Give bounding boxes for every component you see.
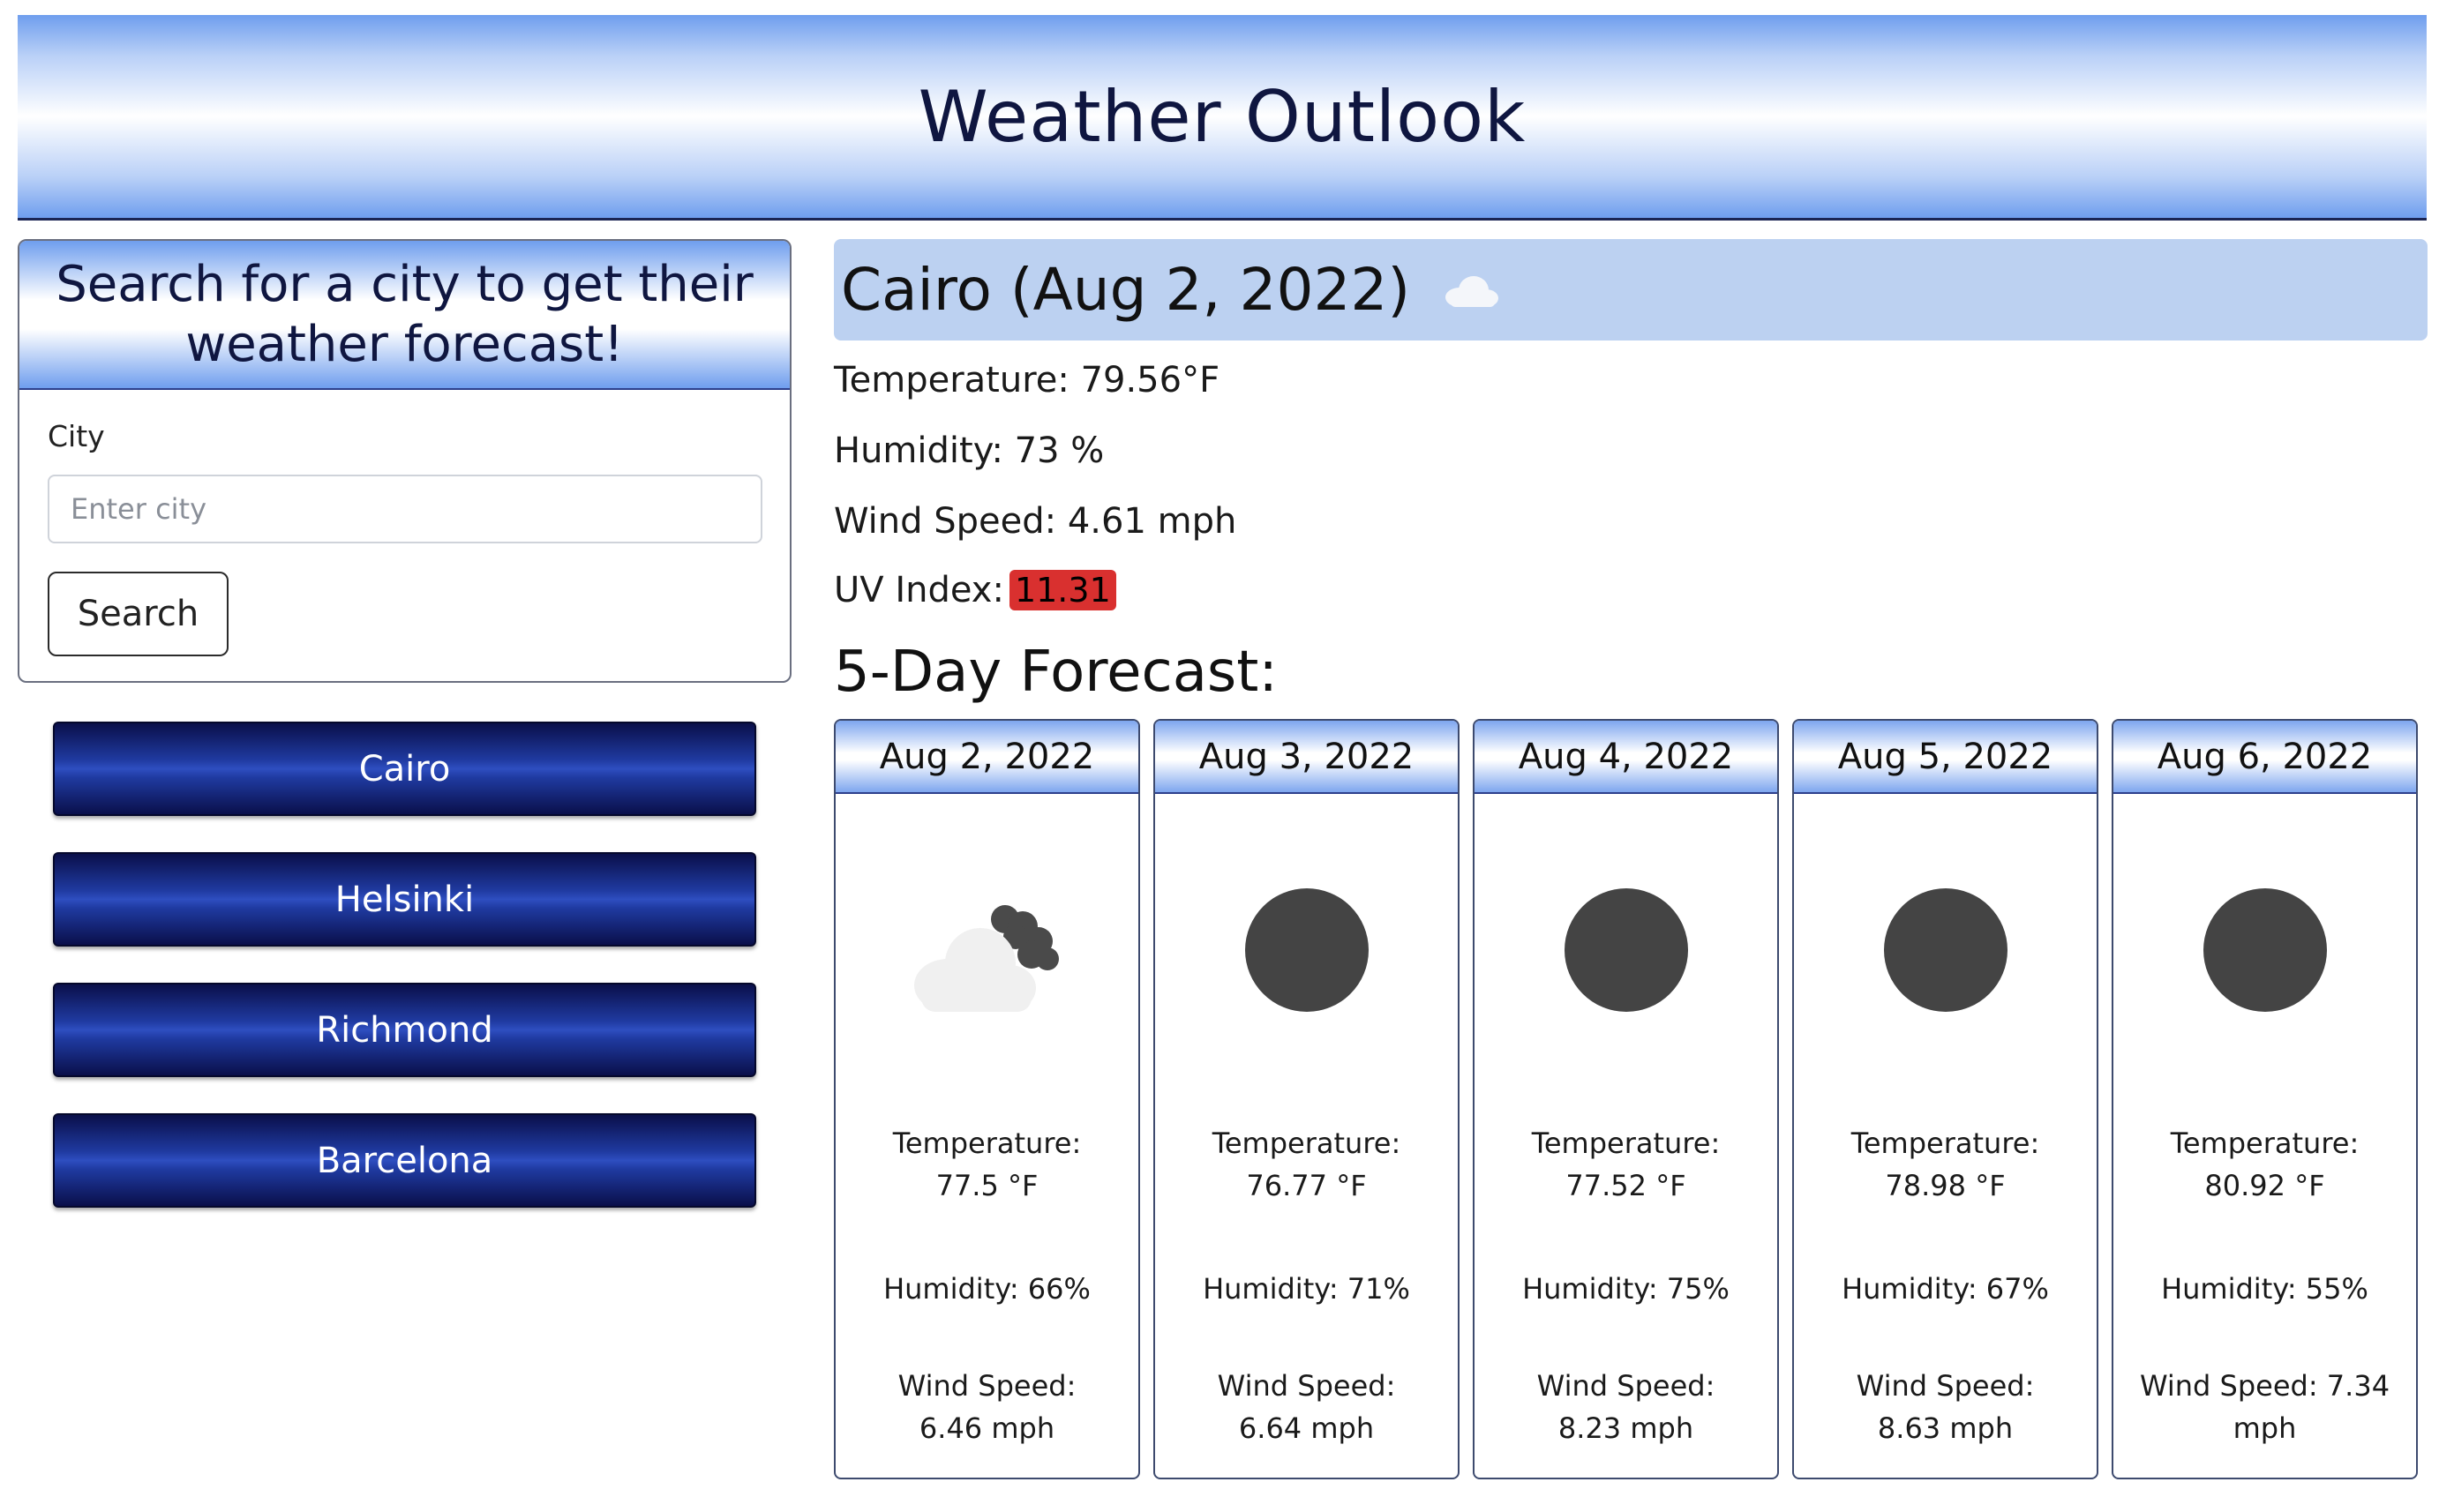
search-panel: Search for a city to get their weather f… — [18, 239, 792, 683]
forecast-humidity: Humidity: 67% — [1842, 1272, 2049, 1306]
forecast-humidity: Humidity: 75% — [1522, 1272, 1730, 1306]
forecast-temp-value: 80.92 °F — [2204, 1169, 2325, 1202]
forecast-wind: Wind Speed: 8.23 mph — [1483, 1365, 1768, 1449]
forecast-wind-label: Wind Speed: — [1856, 1369, 2035, 1403]
forecast-date: Aug 5, 2022 — [1794, 721, 2097, 794]
forecast-wind: Wind Speed: 6.46 mph — [844, 1365, 1129, 1449]
history-city-button[interactable]: Cairo — [53, 722, 756, 816]
forecast-wind-label: Wind Speed: 7.34 — [2139, 1369, 2390, 1403]
forecast-wind-value: mph — [2233, 1411, 2297, 1445]
forecast-temp-label: Temperature: — [892, 1127, 1082, 1160]
forecast-card: Aug 3, 2022 Temperature: 76.77 °F Humidi… — [1153, 719, 1460, 1479]
forecast-wind-label: Wind Speed: — [1217, 1369, 1396, 1403]
forecast-wind-value: 6.64 mph — [1238, 1411, 1375, 1445]
forecast-card: Aug 2, 2022 Temperature: 77.5 °F Humidit… — [834, 719, 1140, 1479]
forecast-temp-value: 77.52 °F — [1565, 1169, 1686, 1202]
uv-index-label: UV Index: — [834, 570, 1004, 610]
page-title: Weather Outlook — [918, 75, 1527, 158]
cloud-icon — [1445, 275, 1499, 307]
forecast-temp-label: Temperature: — [1531, 1127, 1721, 1160]
forecast-wind-value: 8.63 mph — [1877, 1411, 2014, 1445]
uv-index-badge: 11.31 — [1009, 570, 1116, 610]
current-city-title: Cairo (Aug 2, 2022) — [841, 256, 1411, 324]
forecast-humidity: Humidity: 66% — [883, 1272, 1091, 1306]
city-search-input[interactable] — [48, 475, 762, 543]
forecast-title: 5-Day Forecast: — [834, 640, 1278, 705]
current-humidity: Humidity: 73 % — [834, 430, 1105, 471]
forecast-wind: Wind Speed: 8.63 mph — [1803, 1365, 2088, 1449]
history-city-button[interactable]: Helsinki — [53, 852, 756, 947]
current-wind-speed: Wind Speed: 4.61 mph — [834, 501, 1237, 542]
forecast-temp-label: Temperature: — [2170, 1127, 2360, 1160]
forecast-date: Aug 6, 2022 — [2113, 721, 2416, 794]
forecast-wind-value: 6.46 mph — [919, 1411, 1055, 1445]
forecast-card: Aug 6, 2022 Temperature: 80.92 °F Humidi… — [2112, 719, 2418, 1479]
current-weather-banner: Cairo (Aug 2, 2022) — [834, 239, 2428, 341]
search-button[interactable]: Search — [48, 572, 229, 656]
forecast-wind: Wind Speed: 6.64 mph — [1164, 1365, 1449, 1449]
forecast-temp-label: Temperature: — [1850, 1127, 2040, 1160]
clear-night-icon — [2203, 888, 2327, 1012]
forecast-temp-value: 78.98 °F — [1885, 1169, 2006, 1202]
forecast-wind-label: Wind Speed: — [1536, 1369, 1715, 1403]
current-temperature: Temperature: 79.56°F — [834, 360, 1220, 400]
city-label: City — [48, 419, 105, 453]
forecast-date: Aug 4, 2022 — [1475, 721, 1777, 794]
forecast-temperature: Temperature: 80.92 °F — [2122, 1122, 2407, 1207]
search-heading: Search for a city to get their weather f… — [19, 241, 790, 390]
forecast-humidity: Humidity: 71% — [1203, 1272, 1410, 1306]
current-uv-index: UV Index: 11.31 — [834, 570, 1116, 610]
history-city-button[interactable]: Barcelona — [53, 1113, 756, 1208]
forecast-humidity: Humidity: 55% — [2161, 1272, 2368, 1306]
forecast-card: Aug 5, 2022 Temperature: 78.98 °F Humidi… — [1792, 719, 2098, 1479]
clear-night-icon — [1564, 888, 1688, 1012]
forecast-wind-value: 8.23 mph — [1557, 1411, 1694, 1445]
forecast-temp-value: 77.5 °F — [935, 1169, 1039, 1202]
cloud-night-icon — [913, 905, 1059, 1012]
forecast-wind: Wind Speed: 7.34 mph — [2122, 1365, 2407, 1449]
clear-night-icon — [1244, 888, 1369, 1012]
forecast-temperature: Temperature: 76.77 °F — [1164, 1122, 1449, 1207]
forecast-temperature: Temperature: 78.98 °F — [1803, 1122, 2088, 1207]
forecast-temp-value: 76.77 °F — [1246, 1169, 1367, 1202]
forecast-temperature: Temperature: 77.5 °F — [844, 1122, 1129, 1207]
app-header: Weather Outlook — [18, 15, 2427, 221]
clear-night-icon — [1883, 888, 2007, 1012]
forecast-date: Aug 2, 2022 — [836, 721, 1138, 794]
forecast-temperature: Temperature: 77.52 °F — [1483, 1122, 1768, 1207]
history-city-button[interactable]: Richmond — [53, 983, 756, 1077]
forecast-date: Aug 3, 2022 — [1155, 721, 1458, 794]
forecast-wind-label: Wind Speed: — [897, 1369, 1077, 1403]
forecast-temp-label: Temperature: — [1212, 1127, 1401, 1160]
forecast-card: Aug 4, 2022 Temperature: 77.52 °F Humidi… — [1473, 719, 1779, 1479]
